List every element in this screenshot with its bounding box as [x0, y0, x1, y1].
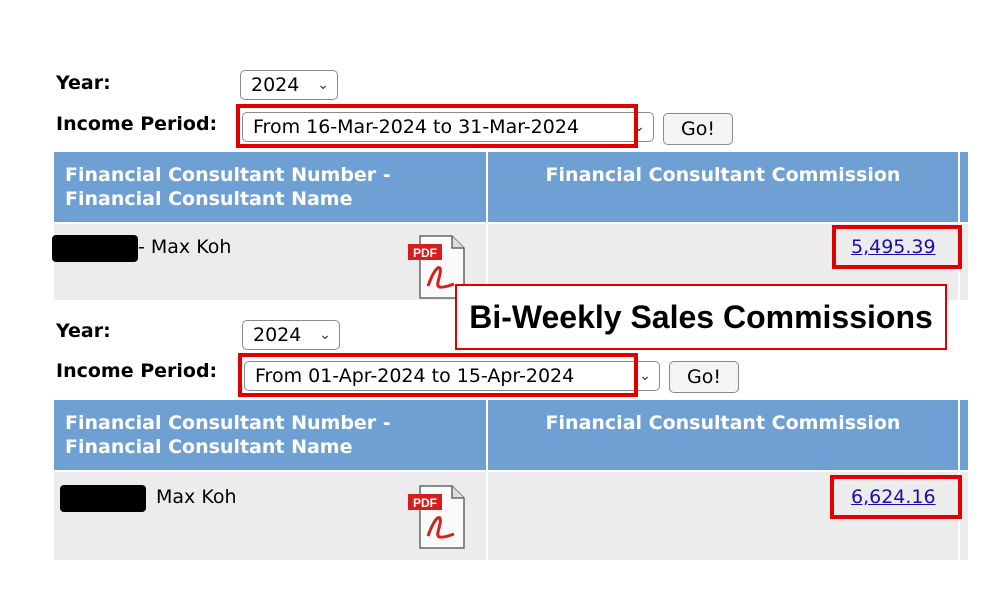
redacted-consultant-number	[60, 485, 146, 512]
bi-weekly-callout: Bi-Weekly Sales Commissions	[455, 284, 947, 350]
chevron-down-icon: ⌄	[639, 368, 651, 384]
adobe-pdf-icon[interactable]: PDF	[406, 484, 468, 550]
income-period-label: Income Period:	[56, 360, 218, 382]
year-label: Year:	[56, 320, 111, 342]
consultant-name: Max Koh	[156, 486, 237, 508]
pdf-badge-text: PDF	[413, 496, 437, 510]
commission-amount-highlight	[830, 475, 962, 519]
income-period-highlight	[236, 104, 638, 148]
income-period-label: Income Period:	[56, 113, 218, 135]
commission-column-header: Financial Consultant Commission	[488, 400, 958, 470]
year-select-value: 2024	[253, 324, 302, 346]
chevron-down-icon: ⌄	[317, 77, 329, 93]
consultant-column-header: Financial Consultant Number - Financial …	[54, 152, 486, 222]
chevron-down-icon: ⌄	[319, 327, 331, 343]
year-label: Year:	[56, 72, 111, 94]
go-button[interactable]: Go!	[669, 361, 739, 393]
consultant-column-header: Financial Consultant Number - Financial …	[54, 400, 486, 470]
go-button[interactable]: Go!	[663, 113, 733, 145]
year-select-value: 2024	[251, 74, 300, 96]
year-select[interactable]: 2024 ⌄	[242, 320, 340, 350]
header-edge	[960, 400, 968, 470]
year-select[interactable]: 2024 ⌄	[240, 70, 338, 100]
header-edge	[960, 152, 968, 222]
income-period-highlight	[238, 353, 638, 397]
commission-column-header: Financial Consultant Commission	[488, 152, 958, 222]
